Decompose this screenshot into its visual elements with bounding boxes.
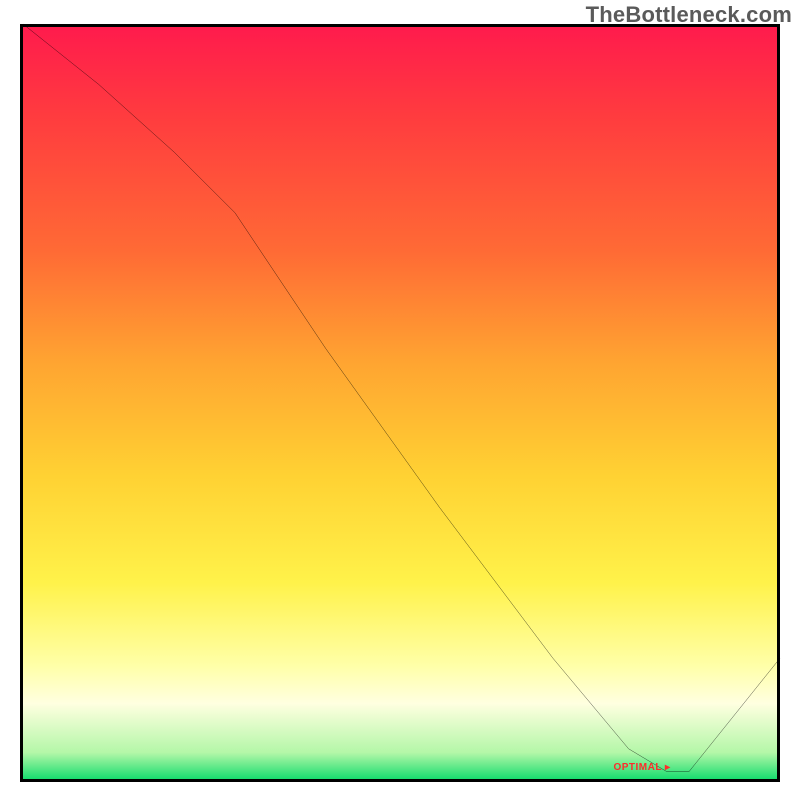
bottleneck-curve: [23, 24, 780, 779]
optimal-label: OPTIMAL ▸: [613, 762, 670, 773]
plot-area: OPTIMAL ▸: [20, 24, 780, 782]
chart-frame: TheBottleneck.com OPTIMAL ▸: [0, 0, 800, 800]
